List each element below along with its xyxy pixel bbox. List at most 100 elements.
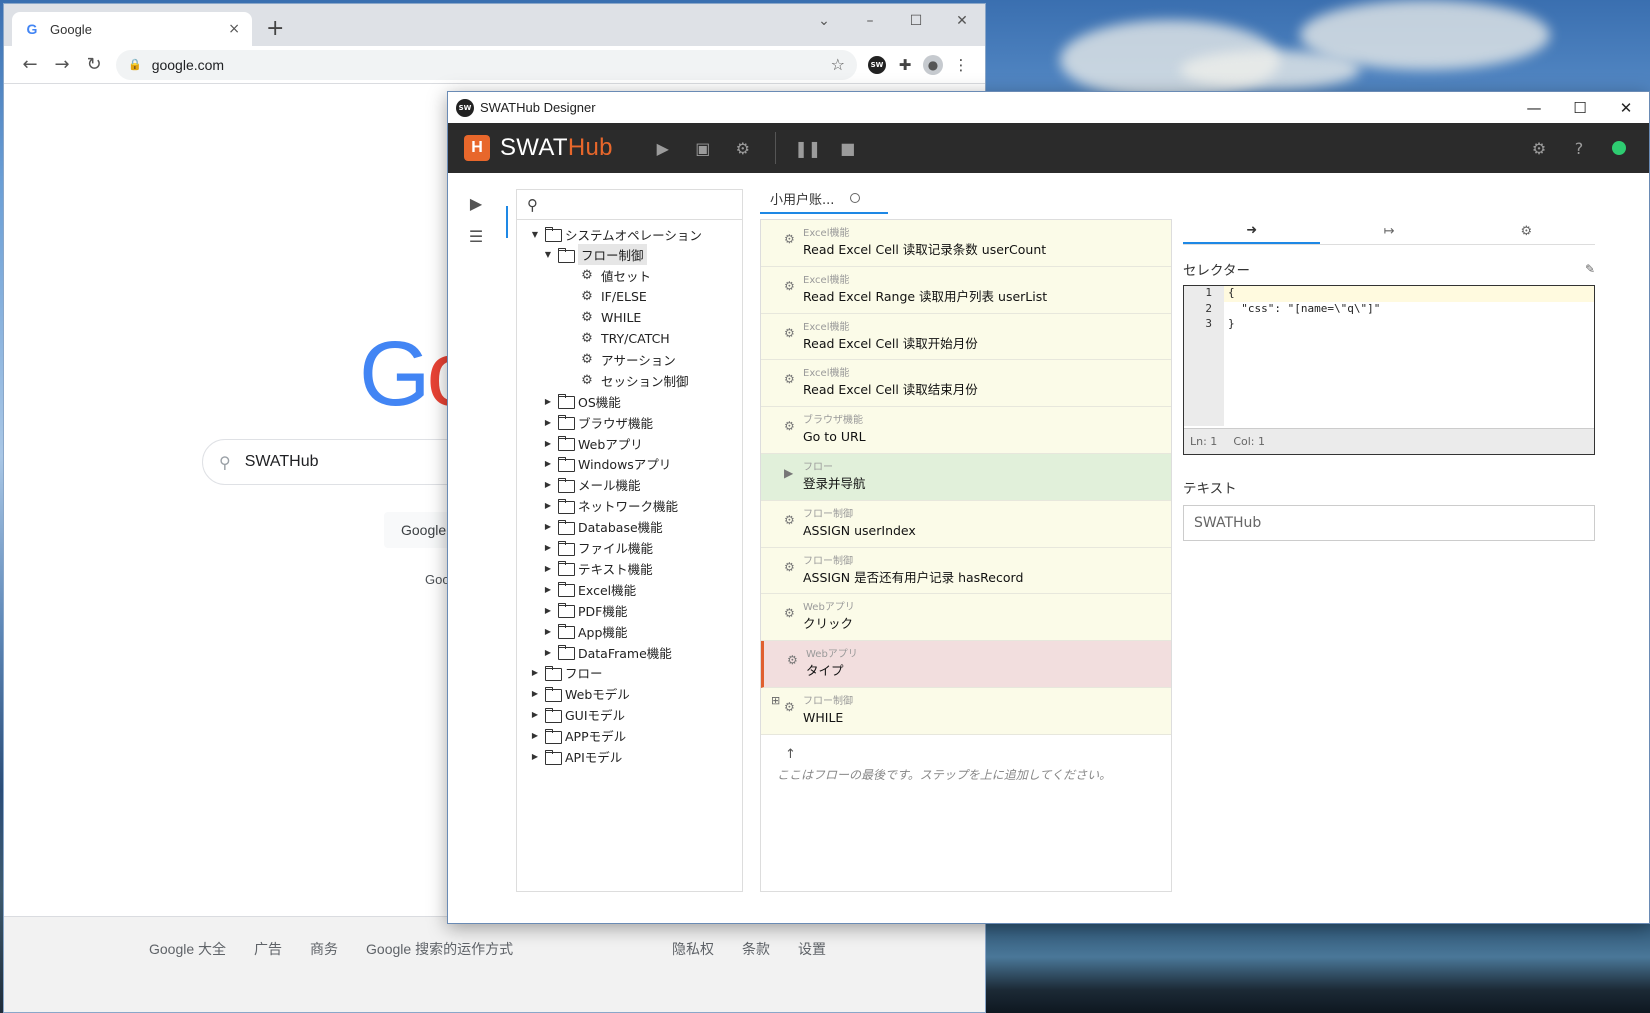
tree-folder[interactable]: ▶ Database機能 (542, 517, 663, 537)
stop-icon[interactable]: ■ (828, 128, 868, 168)
flow-step[interactable]: ⊞ ⚙ フロー制御 WHILE (761, 687, 1171, 735)
tree-folder[interactable]: ▶ Excel機能 (542, 579, 636, 599)
footer-link[interactable]: 广告 (254, 939, 282, 959)
tree-item-flow-control[interactable]: ⚙ セッション制御 (567, 370, 688, 390)
footer-link[interactable]: Google 搜索的运作方式 (366, 939, 513, 959)
caret-right-icon[interactable]: ▶ (542, 543, 554, 552)
minimize-icon[interactable]: – (847, 4, 893, 38)
forward-icon[interactable]: → (46, 49, 78, 81)
caret-right-icon[interactable]: ▶ (529, 689, 541, 698)
settings-gear-icon[interactable]: ⚙ (723, 128, 763, 168)
flow-step[interactable]: ⚙ Excel機能 Read Excel Cell 读取开始月份 (761, 313, 1171, 361)
magic-wand-icon[interactable]: ✎ (1585, 262, 1595, 276)
flow-step[interactable]: ⚙ Webアプリ タイプ (761, 641, 1171, 688)
play-panel-icon[interactable]: ▶ (466, 193, 486, 213)
new-tab-button[interactable]: + (266, 16, 284, 41)
close-tab-icon[interactable]: × (228, 21, 240, 37)
caret-right-icon[interactable]: ▶ (542, 397, 554, 406)
list-panel-icon[interactable]: ☰ (466, 226, 486, 246)
flow-step[interactable]: ⚙ Excel機能 Read Excel Range 读取用户列表 userList (761, 266, 1171, 314)
tree-folder[interactable]: ▶ App機能 (542, 621, 627, 641)
multi-gear-icon[interactable]: ⚙ (1519, 128, 1559, 168)
back-icon[interactable]: ← (14, 49, 46, 81)
bookmark-star-icon[interactable]: ☆ (831, 55, 845, 74)
caret-right-icon[interactable]: ▶ (542, 627, 554, 636)
tree-folder[interactable]: ▶ Webモデル (529, 684, 630, 704)
tree-folder[interactable]: ▶ テキスト機能 (542, 558, 653, 578)
minimize-icon[interactable]: — (1511, 92, 1557, 123)
caret-right-icon[interactable]: ▶ (542, 606, 554, 615)
tab-output-icon[interactable]: ↦ (1320, 219, 1457, 244)
flow-step[interactable]: ⚙ フロー制御 ASSIGN userIndex (761, 500, 1171, 548)
tree-folder[interactable]: ▶ GUIモデル (529, 705, 625, 725)
tree-folder[interactable]: ▶ APIモデル (529, 747, 622, 767)
caret-right-icon[interactable]: ▶ (542, 585, 554, 594)
caret-right-icon[interactable]: ▶ (529, 731, 541, 740)
tree-folder[interactable]: ▶ DataFrame機能 (542, 642, 672, 662)
tree-search-input[interactable]: ⚲ (517, 190, 742, 220)
chrome-tab-google[interactable]: G Google × (12, 12, 252, 46)
flow-step[interactable]: ⚙ Webアプリ クリック (761, 594, 1171, 642)
caret-right-icon[interactable]: ▶ (529, 752, 541, 761)
caret-right-icon[interactable]: ▶ (542, 418, 554, 427)
tree-folder[interactable]: ▶ Webアプリ (542, 433, 643, 453)
footer-link[interactable]: 商务 (310, 939, 338, 959)
tree-folder[interactable]: ▶ フロー (529, 663, 603, 683)
tab-input-icon[interactable]: ➜ (1183, 219, 1321, 244)
tab-search-icon[interactable]: ⌄ (801, 4, 847, 38)
caret-right-icon[interactable]: ▶ (542, 439, 554, 448)
tab-settings-icon[interactable]: ⚙ (1458, 219, 1595, 244)
tree-folder[interactable]: ▶ メール機能 (542, 475, 641, 495)
tree-item-flow-control[interactable]: ⚙ TRY/CATCH (567, 329, 670, 349)
caret-down-icon[interactable]: ▼ (542, 250, 554, 259)
help-icon[interactable]: ? (1559, 128, 1599, 168)
tree-folder[interactable]: ▶ PDF機能 (542, 600, 627, 620)
tree-item-flow-control[interactable]: ⚙ IF/ELSE (567, 287, 647, 307)
footer-link[interactable]: 设置 (798, 939, 826, 959)
footer-link[interactable]: 隐私权 (672, 939, 714, 959)
footer-link[interactable]: Google 大全 (149, 939, 226, 959)
caret-right-icon[interactable]: ▶ (542, 459, 554, 468)
caret-right-icon[interactable]: ▶ (542, 648, 554, 657)
flow-step[interactable]: ⚙ ブラウザ機能 Go to URL (761, 407, 1171, 454)
caret-right-icon[interactable]: ▶ (529, 668, 541, 677)
caret-right-icon[interactable]: ▶ (542, 564, 554, 573)
text-input[interactable]: SWATHub (1183, 505, 1595, 541)
tree-folder[interactable]: ▶ ブラウザ機能 (542, 412, 653, 432)
swathub-extension-icon[interactable]: SW (863, 51, 891, 79)
close-icon[interactable]: ✕ (939, 4, 985, 38)
save-icon[interactable]: ▣ (683, 128, 723, 168)
tree-folder-flow-control[interactable]: ▼ フロー制御 (542, 244, 647, 266)
profile-avatar-icon[interactable]: ● (919, 51, 947, 79)
flow-step[interactable]: ⚙ Excel機能 Read Excel Cell 读取结束月份 (761, 360, 1171, 408)
tree-folder[interactable]: ▶ OS機能 (542, 391, 621, 411)
close-icon[interactable]: ✕ (1603, 92, 1649, 123)
chrome-menu-icon[interactable]: ⋮ (947, 51, 975, 79)
maximize-icon[interactable]: ☐ (893, 4, 939, 38)
reload-icon[interactable]: ↻ (78, 49, 110, 81)
caret-down-icon[interactable]: ▼ (529, 230, 541, 239)
address-bar[interactable]: 🔒 google.com ☆ (116, 49, 857, 80)
tree-folder[interactable]: ▶ ネットワーク機能 (542, 496, 678, 516)
pause-icon[interactable]: ❚❚ (788, 128, 828, 168)
footer-link[interactable]: 条款 (742, 939, 770, 959)
caret-right-icon[interactable]: ▶ (542, 501, 554, 510)
flow-step[interactable]: ⚙ フロー制御 ASSIGN 是否还有用户记录 hasRecord (761, 547, 1171, 595)
extensions-puzzle-icon[interactable]: ✚ (891, 51, 919, 79)
tree-item-flow-control[interactable]: ⚙ 値セット (567, 266, 651, 286)
tree-folder[interactable]: ▶ ファイル機能 (542, 538, 653, 558)
flow-tab[interactable]: 小用户账... (760, 184, 888, 214)
expand-icon[interactable]: ⊞ (771, 694, 780, 707)
caret-right-icon[interactable]: ▶ (542, 522, 554, 531)
tree-folder-system-ops[interactable]: ▼ システムオペレーション (529, 224, 702, 244)
caret-right-icon[interactable]: ▶ (529, 710, 541, 719)
tree-folder[interactable]: ▶ APPモデル (529, 726, 626, 746)
tree-item-flow-control[interactable]: ⚙ アサーション (567, 349, 676, 369)
selector-code-editor[interactable]: 1 2 3 { "css": "[name=\"q\"]" } Ln: 1 Co… (1183, 285, 1595, 455)
maximize-icon[interactable]: ☐ (1557, 92, 1603, 123)
tree-item-flow-control[interactable]: ⚙ WHILE (567, 308, 641, 328)
flow-step[interactable]: ▶ フロー 登录并导航 (761, 453, 1171, 501)
flow-step[interactable]: ⚙ Excel機能 Read Excel Cell 读取记录条数 userCount (761, 220, 1171, 267)
tree-folder[interactable]: ▶ Windowsアプリ (542, 454, 671, 474)
run-icon[interactable]: ▶ (643, 128, 683, 168)
